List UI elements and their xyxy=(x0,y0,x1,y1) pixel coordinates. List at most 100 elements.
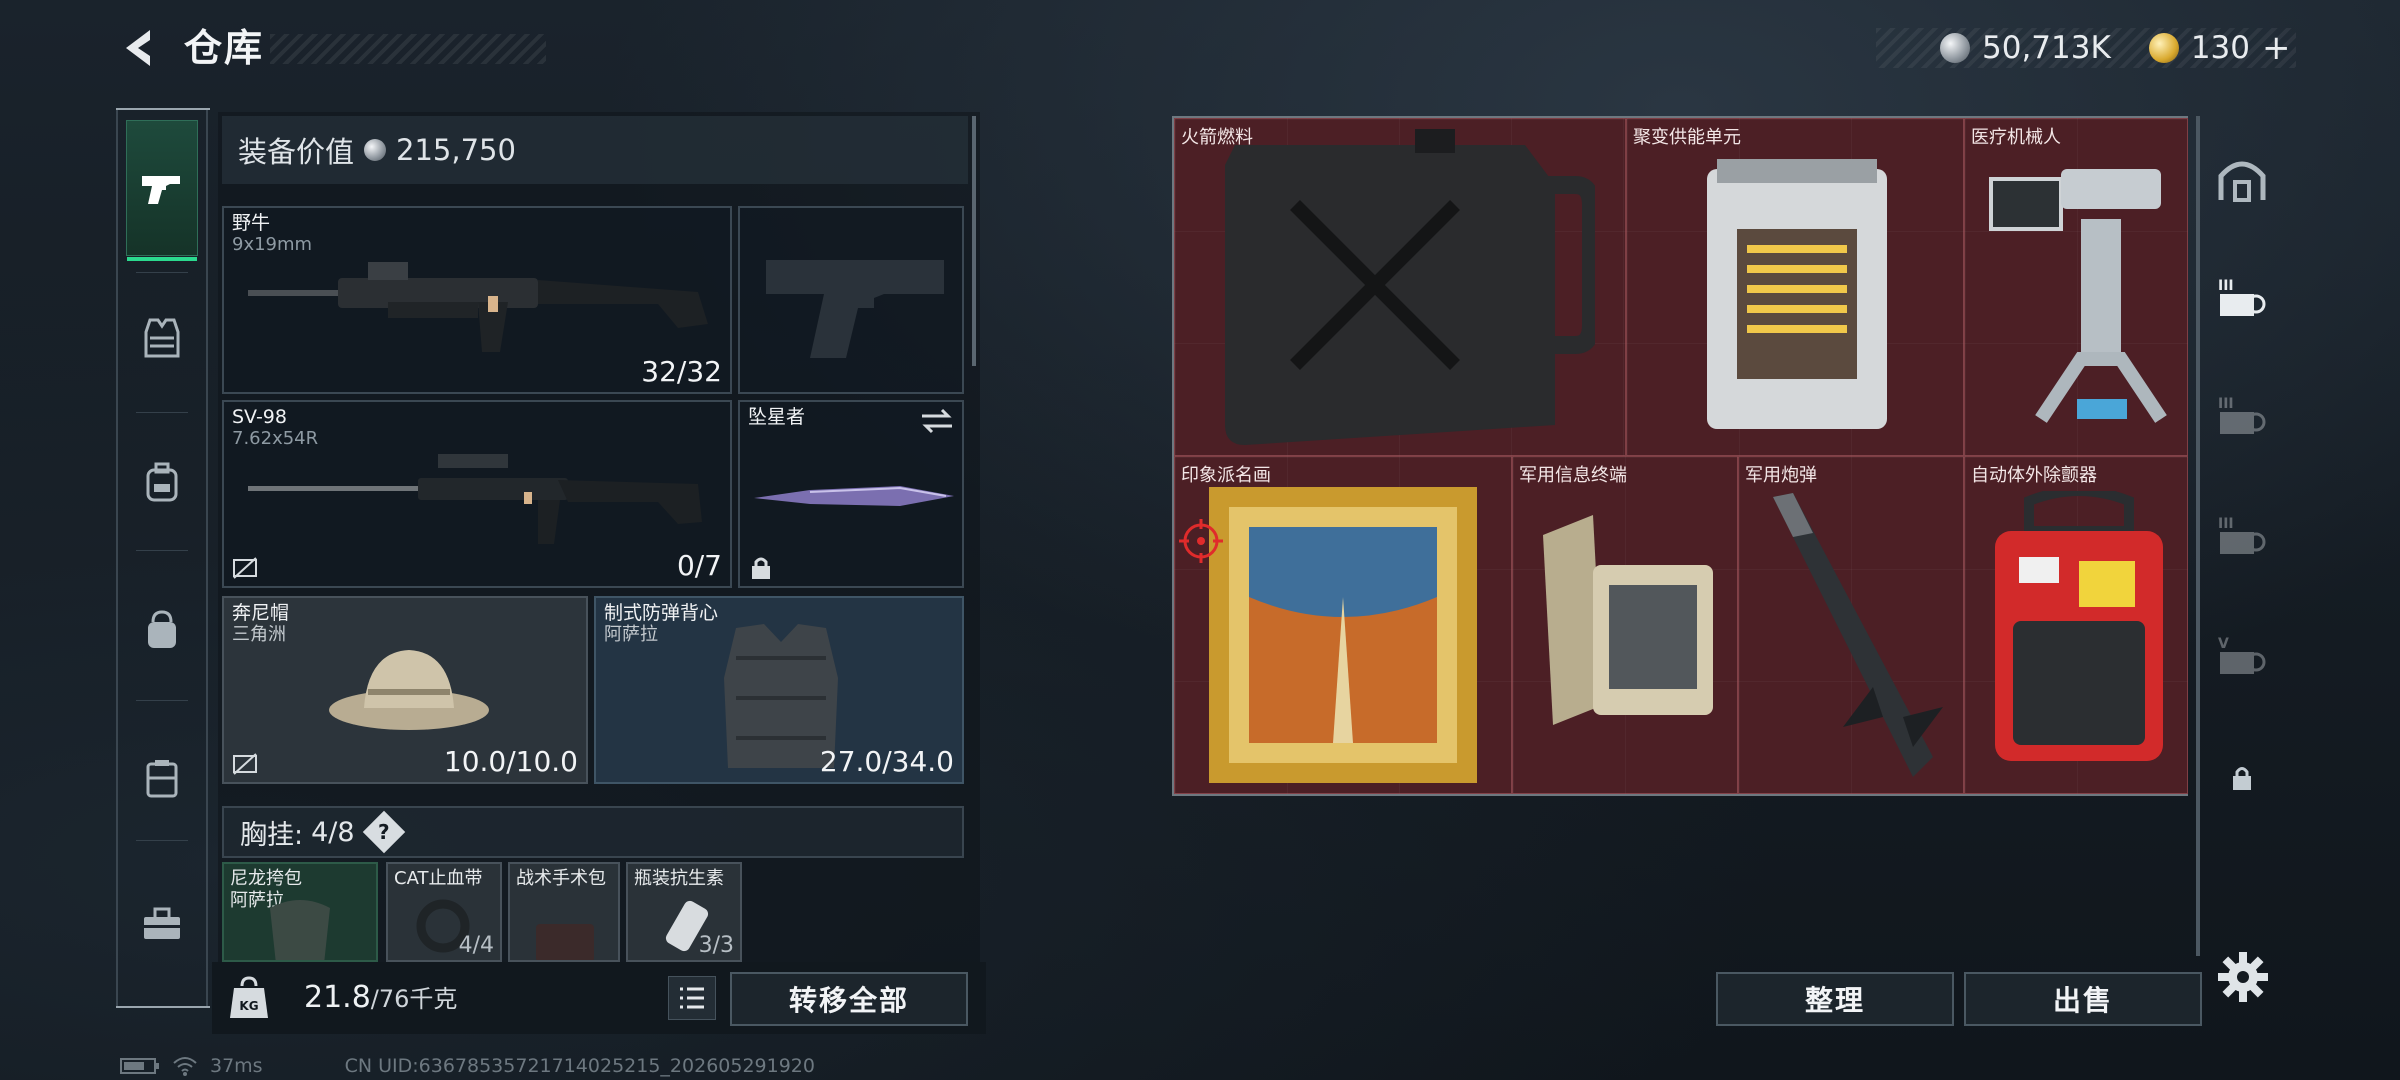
no-insure-icon xyxy=(233,557,257,579)
rig-item-slot[interactable]: 战术手术包 xyxy=(508,862,620,962)
helmet-durability: 10.0/10.0 xyxy=(443,745,578,778)
sniper-rifle-icon xyxy=(248,454,702,544)
rig-item-slot[interactable]: CAT止血带 4/4 xyxy=(386,862,502,962)
stash-item-rocket-fuel[interactable]: 火箭燃料 xyxy=(1174,118,1626,456)
settings-gear-icon[interactable] xyxy=(2216,950,2270,1004)
rail-cap-bottom xyxy=(116,1006,210,1008)
svg-text:III: III xyxy=(2218,396,2234,412)
stash-item-fusion-cell[interactable]: 聚变供能单元 xyxy=(1626,118,1964,456)
equipment-value: 215,750 xyxy=(396,133,516,167)
svg-text:V: V xyxy=(2218,636,2229,652)
currency-secondary: 130 xyxy=(2190,30,2250,66)
nav-chest-rig-tab[interactable] xyxy=(126,270,198,406)
weapon-name: 野牛 xyxy=(232,212,271,234)
stash-home-icon[interactable] xyxy=(2214,152,2270,208)
nav-separator xyxy=(136,412,188,413)
battery-icon xyxy=(120,1058,159,1074)
item-name: 医疗机械人 xyxy=(1971,127,2061,148)
armor-slot[interactable]: 制式防弹背心 阿萨拉 27.0/34.0 xyxy=(594,596,964,784)
nav-weapons-tab[interactable] xyxy=(126,120,198,261)
item-name: 自动体外除颤器 xyxy=(1971,465,2097,486)
locked-page-lock-icon[interactable] xyxy=(2214,750,2270,806)
help-icon[interactable]: ? xyxy=(362,810,405,854)
swap-icon[interactable] xyxy=(920,408,954,434)
nav-case-tab[interactable] xyxy=(126,710,198,846)
user-uid: CN UID:6367853572171402521​5_20260529192… xyxy=(344,1055,815,1077)
sidearm-slot[interactable] xyxy=(738,206,964,394)
rig-item-name: 战术手术包 xyxy=(516,868,606,889)
sort-button[interactable]: 整理 xyxy=(1716,972,1954,1026)
rig-item-name: 尼龙挎包 xyxy=(230,868,302,889)
stash-page-1-icon[interactable]: III xyxy=(2214,268,2270,324)
weight-current: 21.8 xyxy=(304,980,371,1015)
crosshair-icon xyxy=(1179,519,1223,563)
stash-item-military-shell[interactable]: 军用炮弹 xyxy=(1738,456,1964,794)
rig-item-slot[interactable]: 瓶装抗生素 3/3 xyxy=(626,862,742,962)
missile-icon xyxy=(1773,493,1943,777)
stash-page-4-icon[interactable]: V xyxy=(2214,626,2270,682)
gold-coin-icon xyxy=(2148,33,2179,63)
fusion-cell-icon xyxy=(1707,159,1887,429)
rig-item-slot[interactable]: 尼龙挎包 阿萨拉 xyxy=(222,862,378,962)
melee-slot[interactable]: 坠星者 xyxy=(738,400,964,588)
weight-max: /76千克 xyxy=(370,985,458,1013)
stash-item-medical-robot[interactable]: 医疗机械人 xyxy=(1964,118,2188,456)
defibrillator-icon xyxy=(1995,491,2163,761)
currency-primary: 50,713K xyxy=(1982,30,2111,66)
ammo-count: 0/7 xyxy=(676,549,722,582)
add-currency-button[interactable]: + xyxy=(2262,28,2291,68)
currency-bar: 50,713K 130 + xyxy=(1876,28,2296,68)
pistol-silhouette-icon xyxy=(766,260,944,358)
nav-pouch-tab[interactable] xyxy=(126,562,198,698)
rig-item-count: 3/3 xyxy=(698,933,734,958)
svg-text:III: III xyxy=(2218,516,2234,532)
stash-item-military-terminal[interactable]: 军用信息终端 xyxy=(1512,456,1738,794)
backpack-icon xyxy=(146,462,178,502)
stash-page-2-icon[interactable]: III xyxy=(2214,386,2270,442)
nylon-bag-icon xyxy=(270,900,330,960)
rail-cap-top xyxy=(116,108,210,110)
pistol-icon xyxy=(142,176,180,204)
wifi-icon xyxy=(173,1057,197,1076)
weight-text: 21.8/76千克 xyxy=(304,978,457,1019)
back-icon[interactable] xyxy=(112,22,164,74)
equipment-value-label: 装备价值 xyxy=(238,135,355,169)
item-name: 军用炮弹 xyxy=(1745,465,1817,486)
status-bar: 37ms CN UID:6367853572171402521​5_202605… xyxy=(120,1055,815,1077)
lock-icon xyxy=(752,557,770,579)
helmet-name: 奔尼帽 xyxy=(232,602,290,624)
nav-toolbox-tab[interactable] xyxy=(126,856,198,992)
stash-item-aed[interactable]: 自动体外除颤器 xyxy=(1964,456,2188,794)
rig-item-name: CAT止血带 xyxy=(394,868,483,889)
toolbox-icon xyxy=(144,907,180,939)
weight-icon: KG xyxy=(230,976,268,1018)
stash-scrollbar[interactable] xyxy=(2196,116,2200,956)
weapon-name: SV-98 xyxy=(232,406,287,428)
surgery-kit-icon xyxy=(536,924,594,960)
stash-page-3-icon[interactable]: III xyxy=(2214,506,2270,562)
pouch-icon xyxy=(148,610,176,648)
silver-coin-icon xyxy=(1940,33,1970,63)
svg-text:III: III xyxy=(2218,278,2234,294)
ping: 37ms xyxy=(210,1055,263,1077)
nav-separator xyxy=(136,840,188,841)
equipment-scrollbar[interactable] xyxy=(972,116,976,366)
secondary-weapon-slot[interactable]: SV-98 7.62x54R 0/7 xyxy=(222,400,732,588)
title-stripe xyxy=(270,34,546,64)
no-insure-icon xyxy=(233,753,257,775)
nav-backpack-tab[interactable] xyxy=(126,414,198,550)
melee-name: 坠星者 xyxy=(748,406,806,428)
helmet-slot[interactable]: 奔尼帽 三角洲 10.0/10.0 xyxy=(222,596,588,784)
armor-origin: 阿萨拉 xyxy=(604,624,658,645)
transfer-all-button[interactable]: 转移全部 xyxy=(730,972,968,1026)
list-view-button[interactable] xyxy=(668,976,716,1020)
jerrycan-icon xyxy=(1225,129,1595,445)
chest-rig-header: 胸挂: 4/8 ? xyxy=(222,806,964,858)
chest-rig-capacity: 4/8 xyxy=(311,816,355,848)
primary-weapon-slot[interactable]: 野牛 9x19mm 32/32 xyxy=(222,206,732,394)
silver-coin-icon xyxy=(364,139,387,161)
stash-grid: 火箭燃料 聚变供能单元 医疗机械人 印象派名画 军用信息终端 军用炮弹 自动体外… xyxy=(1172,116,2188,796)
sell-button[interactable]: 出售 xyxy=(1964,972,2202,1026)
stash-item-impressionist-painting[interactable]: 印象派名画 xyxy=(1174,456,1512,794)
item-name: 聚变供能单元 xyxy=(1633,127,1741,148)
